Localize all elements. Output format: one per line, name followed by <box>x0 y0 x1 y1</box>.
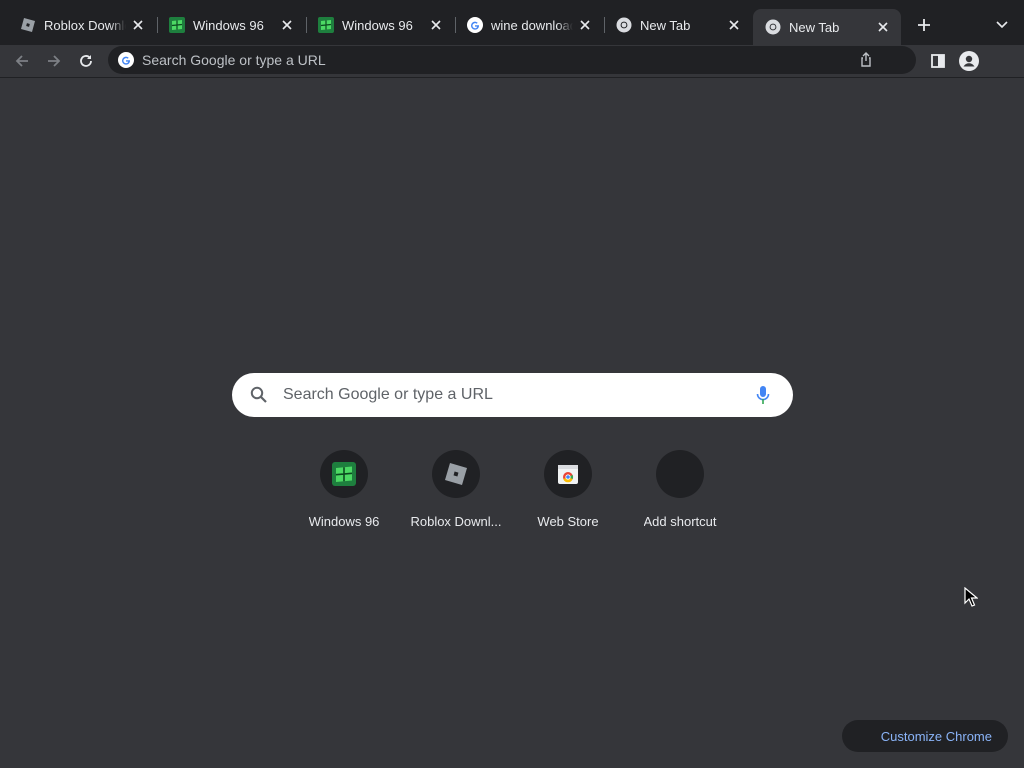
tab-title: Roblox Downlo <box>44 17 126 33</box>
close-icon[interactable] <box>726 17 742 33</box>
close-icon[interactable] <box>875 19 891 35</box>
tab-roblox[interactable]: Roblox Downlo <box>8 9 156 41</box>
profile-button[interactable] <box>957 49 981 73</box>
profile-avatar-icon <box>959 51 979 71</box>
tab-title: New Tab <box>789 19 840 35</box>
shortcut-add[interactable]: Add shortcut <box>624 450 736 529</box>
shortcut-label: Windows 96 <box>308 514 380 529</box>
shortcut-icon-wrap <box>432 450 480 498</box>
close-icon[interactable] <box>130 17 146 33</box>
web-store-icon <box>558 465 578 484</box>
shortcut-label: Web Store <box>537 514 599 529</box>
tab-title: Windows 96 <box>342 17 413 33</box>
windows96-icon <box>169 17 185 33</box>
customize-chrome-button[interactable]: Customize Chrome <box>842 720 1008 752</box>
reload-icon <box>80 55 92 67</box>
chrome-icon <box>765 19 781 35</box>
back-arrow-icon <box>15 55 28 67</box>
ntp-search-placeholder: Search Google or type a URL <box>283 386 493 403</box>
omnibox[interactable]: Search Google or type a URL <box>108 46 916 74</box>
roblox-icon <box>445 463 467 485</box>
new-tab-button[interactable] <box>914 15 934 35</box>
toolbar: Search Google or type a URL <box>0 45 1024 78</box>
shortcut-label: Add shortcut <box>643 514 717 529</box>
reload-button[interactable] <box>74 49 98 73</box>
omnibox-placeholder: Search Google or type a URL <box>142 52 326 68</box>
tab-new-tab-1[interactable]: New Tab <box>604 9 752 41</box>
customize-chrome-label: Customize Chrome <box>880 728 992 744</box>
tab-title: Windows 96 <box>193 17 264 33</box>
search-icon <box>249 385 269 405</box>
tab-windows96-1[interactable]: Windows 96 <box>157 9 305 41</box>
side-panel-button[interactable] <box>926 49 950 73</box>
shortcut-windows96[interactable]: Windows 96 <box>288 450 400 529</box>
shortcut-label: Roblox Downl... <box>410 514 502 529</box>
tab-wine-download[interactable]: wine download <box>455 9 603 41</box>
close-icon[interactable] <box>577 17 593 33</box>
side-panel-icon <box>931 54 945 68</box>
ntp-search-box[interactable]: Search Google or type a URL <box>232 373 793 417</box>
chevron-down-icon <box>996 21 1008 29</box>
close-icon[interactable] <box>428 17 444 33</box>
chrome-icon <box>616 17 632 33</box>
forward-arrow-icon <box>48 55 61 67</box>
tab-search-button[interactable] <box>992 15 1012 35</box>
add-icon <box>656 450 704 498</box>
roblox-icon <box>20 17 36 33</box>
tab-title: New Tab <box>640 17 691 33</box>
mouse-cursor-icon <box>964 586 979 607</box>
shortcut-roblox[interactable]: Roblox Downl... <box>400 450 512 529</box>
tab-windows96-2[interactable]: Windows 96 <box>306 9 454 41</box>
windows96-icon <box>318 17 334 33</box>
plus-icon <box>918 19 930 31</box>
shortcut-web-store[interactable]: Web Store <box>512 450 624 529</box>
microphone-icon[interactable] <box>755 385 771 405</box>
google-icon <box>467 17 483 33</box>
shortcut-icon-wrap <box>544 450 592 498</box>
shortcut-icon-wrap <box>320 450 368 498</box>
google-icon <box>118 52 134 68</box>
forward-button[interactable] <box>42 49 66 73</box>
windows96-icon <box>332 462 356 486</box>
tab-title: wine download <box>491 17 573 33</box>
close-icon[interactable] <box>279 17 295 33</box>
share-icon[interactable] <box>858 52 874 68</box>
tab-strip: Roblox Downlo Windows 96 Windows 96 wine… <box>0 0 1024 45</box>
tab-new-tab-active[interactable]: New Tab <box>753 9 901 45</box>
back-button[interactable] <box>10 49 34 73</box>
